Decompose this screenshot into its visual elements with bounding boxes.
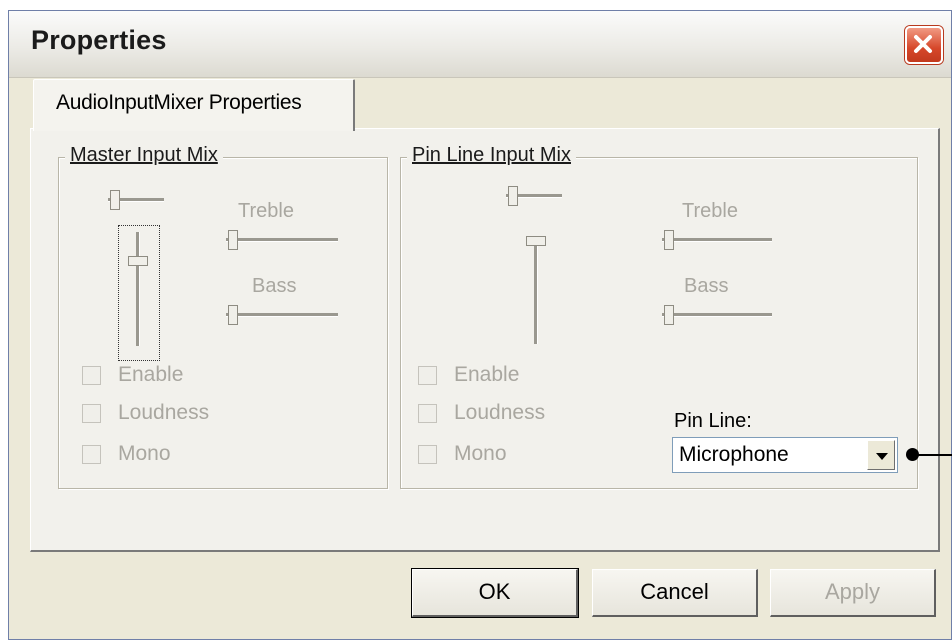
pin-treble-slider[interactable] [662, 230, 772, 250]
master-balance-slider[interactable] [108, 190, 164, 210]
checkbox-box [82, 404, 101, 423]
pin-treble-label: Treble [682, 200, 738, 222]
cancel-button[interactable]: Cancel [592, 569, 758, 617]
master-mono-label: Mono [118, 442, 171, 465]
pin-line-select[interactable]: Microphone [672, 437, 898, 473]
tab-audioinputmixer-properties[interactable]: AudioInputMixer Properties [33, 79, 355, 131]
pin-line-label: Pin Line: [674, 410, 752, 432]
pin-mono-label: Mono [454, 442, 507, 465]
apply-button[interactable]: Apply [770, 569, 936, 617]
master-volume-slider[interactable] [128, 232, 148, 346]
ok-button[interactable]: OK [411, 568, 579, 618]
title-bar[interactable]: Properties [9, 11, 951, 78]
pin-line-input-mix-legend: Pin Line Input Mix [407, 144, 576, 167]
pin-balance-slider[interactable] [506, 186, 562, 206]
master-enable-label: Enable [118, 363, 184, 386]
chevron-down-icon[interactable] [867, 440, 895, 470]
checkbox-box [418, 404, 437, 423]
master-bass-label: Bass [252, 275, 297, 297]
pin-line-select-value: Microphone [679, 443, 789, 466]
master-input-mix-legend: Master Input Mix [65, 144, 223, 167]
pin-loudness-label: Loudness [454, 401, 546, 424]
pin-enable-label: Enable [454, 363, 520, 386]
checkbox-box [418, 366, 437, 385]
master-bass-slider[interactable] [226, 305, 338, 325]
close-icon [914, 35, 932, 53]
window-title: Properties [31, 25, 167, 55]
close-button[interactable] [905, 26, 943, 64]
master-treble-slider[interactable] [226, 230, 338, 250]
tab-label: AudioInputMixer Properties [56, 91, 302, 114]
master-treble-label: Treble [238, 200, 294, 222]
checkbox-box [82, 366, 101, 385]
pin-volume-slider[interactable] [526, 236, 546, 344]
pin-bass-label: Bass [684, 275, 729, 297]
checkbox-box [418, 445, 437, 464]
callout-line [916, 454, 952, 456]
pin-bass-slider[interactable] [662, 305, 772, 325]
master-loudness-label: Loudness [118, 401, 210, 424]
checkbox-box [82, 445, 101, 464]
